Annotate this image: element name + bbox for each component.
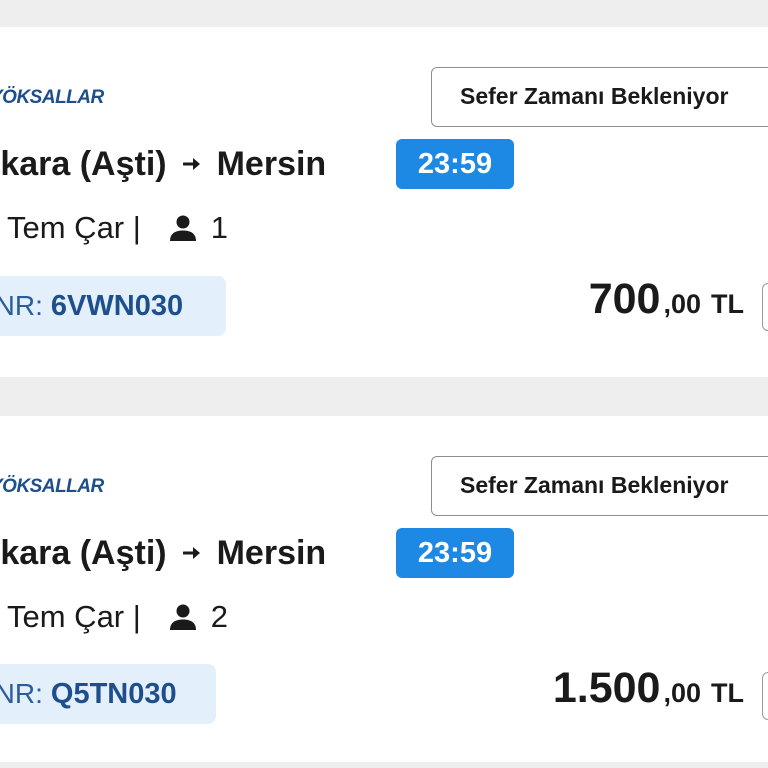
price-decimal: ,00 (663, 289, 701, 319)
action-button-edge[interactable] (762, 283, 768, 331)
ticket-price: 700 ,00 TL (589, 275, 744, 335)
trip-status-button[interactable]: Sefer Zamanı Bekleniyor (431, 67, 768, 127)
route: Ankara (Aşti) Mersin (0, 141, 326, 187)
origin-city: Ankara (Aşti) (0, 144, 167, 183)
bus-company: Tem Çar | (7, 599, 141, 634)
price-currency: TL (711, 289, 744, 319)
arrow-right-icon (182, 544, 203, 562)
ticket-list: YÖKSALLAR Sefer Zamanı Bekleniyor Ankara… (0, 0, 768, 768)
ticket-price: 1.500 ,00 TL (553, 664, 744, 724)
company-logo: YÖKSALLAR (0, 476, 104, 497)
arrow-right-icon (182, 155, 203, 173)
destination-city: Mersin (216, 144, 327, 183)
trip-status-button[interactable]: Sefer Zamanı Bekleniyor (431, 456, 768, 516)
pnr-code: Q5TN030 (50, 677, 177, 710)
ticket-card[interactable]: YÖKSALLAR Sefer Zamanı Bekleniyor Ankara… (0, 416, 768, 762)
pnr-chip[interactable]: PNR: Q5TN030 (0, 664, 216, 724)
route: Ankara (Aşti) Mersin (0, 530, 326, 576)
departure-time-badge: 23:59 (396, 528, 514, 578)
trip-info: Tem Çar | 2 (7, 597, 228, 637)
person-icon (169, 214, 197, 242)
passenger-count: 2 (210, 599, 229, 634)
pnr-label: PNR: (0, 290, 43, 321)
destination-city: Mersin (216, 533, 327, 572)
person-icon (169, 603, 197, 631)
company-logo: YÖKSALLAR (0, 87, 104, 108)
ticket-card[interactable]: YÖKSALLAR Sefer Zamanı Bekleniyor Ankara… (0, 27, 768, 377)
price-decimal: ,00 (663, 678, 701, 708)
origin-city: Ankara (Aşti) (0, 533, 167, 572)
departure-time-badge: 23:59 (396, 139, 514, 189)
pnr-code: 6VWN030 (50, 289, 184, 322)
price-main: 700 (588, 275, 661, 323)
pnr-chip[interactable]: PNR: 6VWN030 (0, 276, 226, 336)
trip-info: Tem Çar | 1 (7, 208, 228, 248)
bus-company: Tem Çar | (7, 210, 141, 245)
pnr-label: PNR: (0, 678, 43, 709)
action-button-edge[interactable] (762, 672, 768, 720)
price-currency: TL (711, 678, 744, 708)
price-main: 1.500 (552, 664, 661, 712)
passenger-count: 1 (210, 210, 229, 245)
